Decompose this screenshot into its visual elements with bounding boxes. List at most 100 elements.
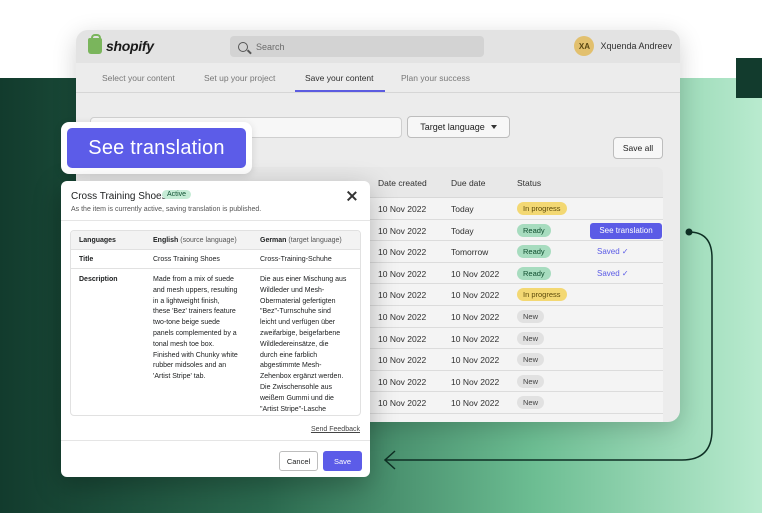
due-date-cell: 10 Nov 2022 — [451, 376, 500, 387]
cancel-button[interactable]: Cancel — [279, 451, 318, 471]
description-line: durch eine farblich — [260, 351, 318, 359]
description-line: runden das Modell ab. — [260, 415, 360, 416]
description-line: Die aus einer Mischung aus — [260, 276, 347, 283]
target-language-label: Target language — [420, 122, 485, 132]
description-line: zweifarbige, beigefarbene — [260, 329, 341, 337]
description-line: and mesh uppers, resulting — [153, 286, 238, 294]
send-feedback-link[interactable]: Send Feedback — [311, 426, 360, 433]
dialog-subtitle: As the item is currently active, saving … — [71, 206, 262, 213]
status-badge: New — [517, 331, 545, 345]
status-badge: New — [517, 309, 545, 323]
due-date-cell: Tomorrow — [451, 247, 489, 258]
status-badge: Active — [162, 190, 192, 199]
due-date-cell: 10 Nov 2022 — [451, 290, 500, 301]
see-translation-button[interactable]: See translation — [67, 128, 246, 168]
description-line: Finished with Chunky white — [153, 351, 238, 359]
description-line: "Bez"-Turnschuhe sind — [260, 308, 331, 316]
description-line: Made from a mix of suede — [153, 276, 234, 283]
description-english: Made from a mix of suede and mesh uppers,… — [153, 275, 255, 383]
save-button[interactable]: Save — [323, 451, 362, 471]
status-badge: New — [517, 374, 545, 388]
header-due-date: Due date — [451, 178, 486, 188]
dialog-title: Cross Training Shoes — [71, 191, 167, 202]
due-date-cell: 10 Nov 2022 — [451, 311, 500, 322]
status-badge: New — [517, 396, 545, 410]
header-status: Status — [517, 178, 542, 188]
search-bar[interactable]: Search — [230, 36, 484, 57]
tab-save-content[interactable]: Save your content — [305, 73, 374, 83]
target-language-dropdown[interactable]: Target language — [407, 116, 510, 138]
translation-dialog: Cross Training Shoes Active As the item … — [61, 181, 370, 477]
column-german-note: (target language) — [288, 237, 342, 244]
status-badge: In progress — [517, 202, 567, 215]
save-all-button[interactable]: Save all — [613, 137, 663, 159]
title-english: Cross Training Shoes — [153, 256, 220, 263]
date-created-cell: 10 Nov 2022 — [378, 376, 427, 387]
description-line: Die Zwischensohle aus — [260, 383, 332, 391]
tab-set-up-project[interactable]: Set up your project — [204, 73, 275, 83]
due-date-cell: Today — [451, 225, 474, 236]
due-date-cell: 10 Nov 2022 — [451, 398, 500, 409]
description-line: "Artist Stripe"-Lasche — [260, 405, 327, 413]
description-line: Zehenbox ergänzt werden. — [260, 373, 344, 381]
see-translation-button[interactable]: See translation — [590, 222, 662, 239]
tab-plan-success[interactable]: Plan your success — [401, 73, 470, 83]
status-badge: Ready — [517, 245, 551, 259]
status-badge: New — [517, 353, 545, 367]
user-menu[interactable]: XA Xquenda Andreev — [574, 36, 672, 56]
date-created-cell: 10 Nov 2022 — [378, 247, 427, 258]
status-badge: In progress — [517, 288, 567, 302]
description-line: panels complemented by a — [153, 329, 237, 337]
description-line: weißem Gummi und die — [260, 394, 334, 402]
logo-text: shopify — [106, 38, 154, 54]
active-tab-indicator — [295, 90, 385, 92]
description-german[interactable]: Die aus einer Mischung aus Wildleder und … — [260, 275, 360, 416]
caret-down-icon — [490, 125, 497, 129]
avatar: XA — [574, 36, 595, 56]
background-accent-block — [736, 58, 762, 98]
date-created-cell: 10 Nov 2022 — [378, 311, 427, 322]
date-created-cell: 10 Nov 2022 — [378, 225, 427, 236]
saved-indicator: Saved ✓ — [597, 268, 629, 278]
shopping-bag-icon — [88, 34, 102, 54]
due-date-cell: 10 Nov 2022 — [451, 333, 500, 344]
status-badge: Ready — [517, 223, 551, 237]
header-date-created: Date created — [378, 178, 427, 188]
date-created-cell: 10 Nov 2022 — [378, 333, 427, 344]
due-date-cell: 10 Nov 2022 — [451, 268, 500, 279]
title-german[interactable]: Cross-Training-Schuhe — [260, 255, 332, 266]
description-line: these 'Bez' trainers feature — [153, 308, 236, 316]
column-english-label: English — [153, 237, 179, 244]
user-name: Xquenda Andreev — [600, 41, 672, 51]
shopify-logo[interactable]: shopify — [88, 34, 154, 54]
divider — [61, 440, 370, 441]
search-icon — [238, 41, 248, 52]
step-tabs: Select your content Set up your project … — [76, 63, 680, 93]
description-line: in a lightweight finish, — [153, 297, 220, 305]
title-row-label: Title — [79, 256, 94, 263]
close-icon[interactable] — [346, 190, 358, 202]
saved-indicator: Saved ✓ — [597, 247, 629, 257]
translation-table: Languages English (source language) Germ… — [70, 230, 361, 416]
top-bar: shopify Search XA Xquenda Andreev — [76, 30, 680, 63]
description-line: leicht und verfügen über — [260, 319, 336, 327]
description-line: abgestimmte Mesh- — [260, 362, 322, 370]
search-placeholder: Search — [256, 41, 285, 52]
description-line: tonal mesh toe box. — [153, 340, 215, 348]
date-created-cell: 10 Nov 2022 — [378, 290, 427, 301]
description-line: Wildleder und Mesh- — [260, 286, 325, 294]
due-date-cell: Today — [451, 204, 474, 214]
column-english-note: (source language) — [180, 237, 237, 244]
tab-select-content[interactable]: Select your content — [102, 73, 175, 83]
date-created-cell: 10 Nov 2022 — [378, 398, 427, 409]
column-german-label: German — [260, 237, 287, 244]
date-created-cell: 10 Nov 2022 — [378, 268, 427, 279]
due-date-cell: 10 Nov 2022 — [451, 355, 500, 366]
column-languages: Languages — [79, 237, 116, 244]
description-row-label: Description — [79, 276, 118, 283]
see-translation-callout: See translation — [61, 122, 252, 174]
date-created-cell: 10 Nov 2022 — [378, 204, 427, 214]
divider — [61, 220, 370, 221]
description-line: Obermaterial gefertigten — [260, 297, 336, 305]
description-line: 'Artist Stripe' tab. — [153, 373, 206, 381]
